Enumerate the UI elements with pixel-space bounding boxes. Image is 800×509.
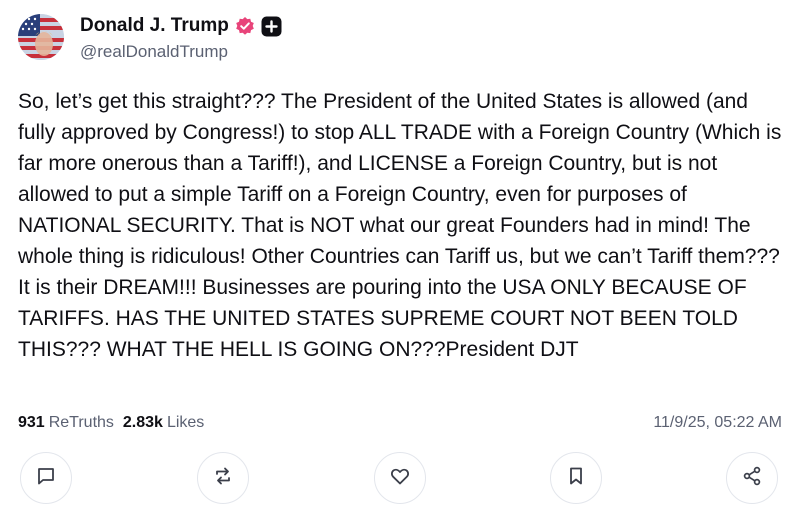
bookmark-button[interactable] — [550, 452, 602, 504]
likes-label: Likes — [166, 414, 205, 431]
action-bar — [0, 452, 800, 504]
share-button[interactable] — [726, 452, 778, 504]
retruths-stat[interactable]: 931 ReTruths — [18, 414, 114, 432]
author-display-name[interactable]: Donald J. Trump — [80, 15, 229, 37]
author-name-row: Donald J. Trump — [80, 13, 282, 39]
retruth-button[interactable] — [197, 452, 249, 504]
retruths-label: ReTruths — [48, 414, 114, 431]
comment-icon — [35, 465, 57, 492]
like-button[interactable] — [374, 452, 426, 504]
repost-icon — [212, 465, 234, 492]
verified-badge-icon — [235, 16, 255, 36]
author-handle[interactable]: @realDonaldTrump — [80, 42, 228, 62]
subscriber-plus-icon — [261, 16, 282, 37]
share-icon — [741, 465, 763, 492]
avatar[interactable] — [18, 14, 64, 60]
reply-button[interactable] — [20, 452, 72, 504]
retruths-count: 931 — [18, 414, 45, 431]
bookmark-icon — [565, 465, 587, 492]
post-timestamp[interactable]: 11/9/25, 05:22 AM — [653, 414, 782, 432]
heart-icon — [389, 465, 411, 492]
truth-post: Donald J. Trump @realDonaldTrump So, let… — [0, 0, 800, 509]
likes-count: 2.83k — [122, 414, 163, 431]
post-body-text: So, let’s get this straight??? The Presi… — [18, 90, 782, 361]
likes-stat[interactable]: 2.83k Likes — [123, 414, 204, 432]
engagement-stats: 931 ReTruths 2.83k Likes — [18, 414, 204, 432]
